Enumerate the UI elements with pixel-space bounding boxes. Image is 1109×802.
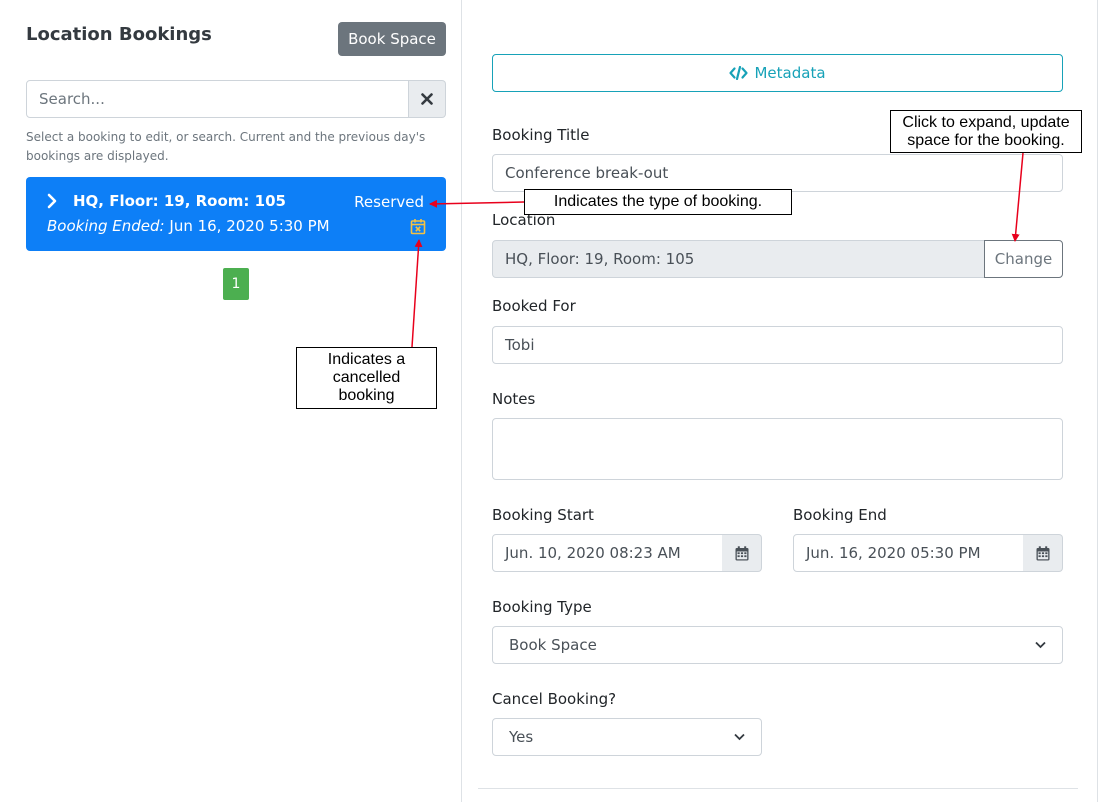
- booking-start-calendar-button[interactable]: [722, 534, 762, 572]
- pagination-page-1[interactable]: 1: [223, 268, 249, 300]
- cancel-booking-select[interactable]: Yes: [492, 718, 762, 756]
- metadata-button[interactable]: Metadata: [492, 54, 1063, 92]
- booking-end-calendar-button[interactable]: [1023, 534, 1063, 572]
- notes-textarea[interactable]: [492, 418, 1063, 480]
- calendar-icon: [1036, 545, 1049, 560]
- booking-location: HQ, Floor: 19, Room: 105: [73, 192, 286, 210]
- clear-search-button[interactable]: [409, 80, 446, 118]
- booking-type-select[interactable]: Book Space: [492, 626, 1063, 664]
- cancel-booking-value: Yes: [509, 728, 534, 746]
- booking-title-input[interactable]: Conference break-out: [492, 154, 1063, 192]
- booked-for-input[interactable]: Tobi: [492, 326, 1063, 364]
- help-text: Select a booking to edit, or search. Cur…: [26, 130, 426, 163]
- code-icon: [729, 66, 749, 80]
- location-field: HQ, Floor: 19, Room: 105: [492, 240, 985, 278]
- booking-ended-text: Booking Ended: Jun 16, 2020 5:30 PM: [47, 217, 330, 235]
- calendar-icon: [735, 545, 748, 560]
- booked-for-label: Booked For: [492, 297, 576, 315]
- bottom-divider: [478, 788, 1078, 789]
- chevron-down-icon: [734, 733, 745, 741]
- callout-booking-type: Indicates the type of booking.: [524, 189, 792, 215]
- booking-status-label: Reserved: [354, 193, 424, 211]
- right-divider: [1097, 0, 1098, 802]
- change-location-button[interactable]: Change: [984, 240, 1063, 278]
- booking-ended-label: Booking Ended:: [47, 217, 165, 235]
- booking-type-label: Booking Type: [492, 598, 592, 616]
- book-space-button[interactable]: Book Space: [338, 22, 446, 56]
- chevron-right-icon[interactable]: [46, 193, 58, 209]
- booking-list-item[interactable]: HQ, Floor: 19, Room: 105 Reserved Bookin…: [26, 177, 446, 251]
- callout-expand-update: Click to expand, update space for the bo…: [890, 110, 1082, 153]
- cancel-booking-label: Cancel Booking?: [492, 690, 617, 708]
- booking-ended-value: Jun 16, 2020 5:30 PM: [169, 217, 330, 235]
- booking-title-label: Booking Title: [492, 126, 590, 144]
- metadata-label: Metadata: [754, 64, 826, 82]
- booking-start-label: Booking Start: [492, 506, 594, 524]
- calendar-cancelled-icon: [410, 219, 426, 235]
- search-input[interactable]: [26, 80, 409, 118]
- booking-type-value: Book Space: [509, 636, 597, 654]
- notes-label: Notes: [492, 390, 536, 408]
- booking-end-label: Booking End: [793, 506, 887, 524]
- callout-cancelled-booking: Indicates a cancelled booking: [296, 347, 437, 409]
- search-group: [26, 80, 446, 118]
- booking-end-input[interactable]: Jun. 16, 2020 05:30 PM: [793, 534, 1024, 572]
- close-icon: [421, 93, 433, 105]
- booking-start-input[interactable]: Jun. 10, 2020 08:23 AM: [492, 534, 723, 572]
- chevron-down-icon: [1035, 641, 1046, 649]
- page-title: Location Bookings: [26, 24, 212, 45]
